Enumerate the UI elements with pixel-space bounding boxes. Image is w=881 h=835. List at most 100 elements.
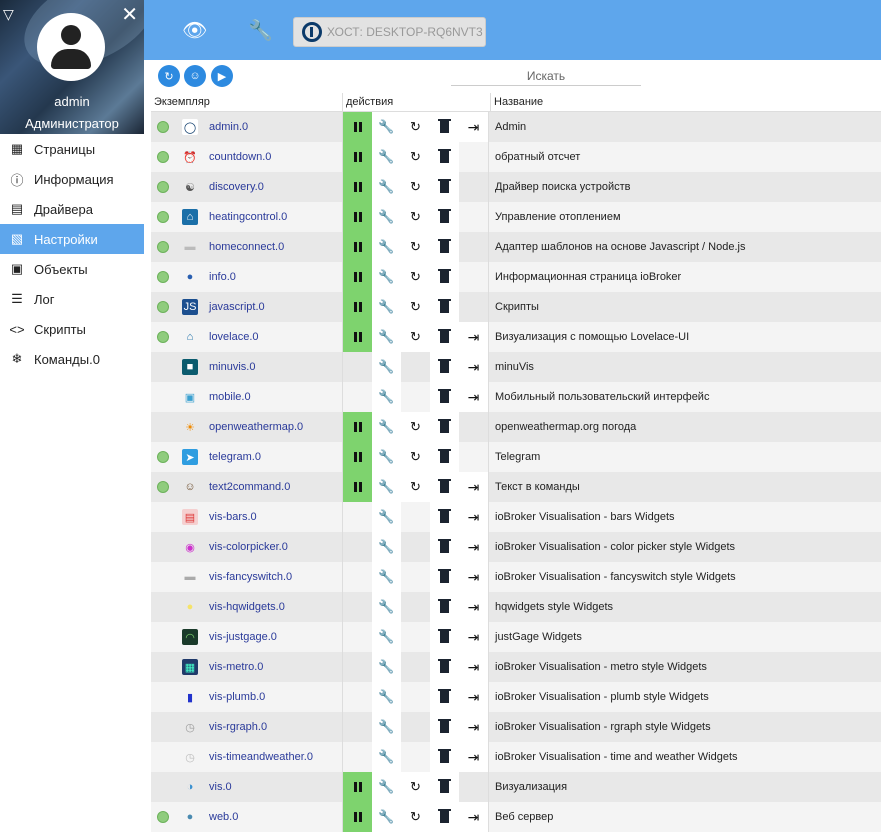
open-link-button[interactable]: ⇥: [459, 112, 488, 142]
open-link-button[interactable]: ⇥: [459, 742, 488, 772]
delete-button[interactable]: [430, 622, 459, 652]
open-link-button[interactable]: ⇥: [459, 472, 488, 502]
instance-name[interactable]: vis-metro.0: [205, 652, 343, 682]
delete-button[interactable]: [430, 112, 459, 142]
eye-icon[interactable]: 👁: [182, 18, 207, 43]
search-input[interactable]: [451, 66, 641, 86]
delete-button[interactable]: [430, 352, 459, 382]
configure-button[interactable]: 🔧: [372, 112, 401, 142]
configure-button[interactable]: 🔧: [372, 592, 401, 622]
instance-name[interactable]: vis-hqwidgets.0: [205, 592, 343, 622]
configure-button[interactable]: 🔧: [372, 682, 401, 712]
pause-button[interactable]: [343, 262, 372, 292]
sidebar-item-5[interactable]: ☰ Лог: [0, 284, 144, 314]
open-link-button[interactable]: ⇥: [459, 532, 488, 562]
delete-button[interactable]: [430, 262, 459, 292]
pause-button[interactable]: [343, 112, 372, 142]
delete-button[interactable]: [430, 682, 459, 712]
configure-button[interactable]: 🔧: [372, 712, 401, 742]
instance-name[interactable]: lovelace.0: [205, 322, 343, 352]
instance-name[interactable]: mobile.0: [205, 382, 343, 412]
delete-button[interactable]: [430, 652, 459, 682]
configure-button[interactable]: 🔧: [372, 262, 401, 292]
open-link-button[interactable]: ⇥: [459, 502, 488, 532]
sidebar-item-0[interactable]: ▦ Страницы: [0, 134, 144, 164]
delete-button[interactable]: [430, 592, 459, 622]
configure-button[interactable]: 🔧: [372, 502, 401, 532]
delete-button[interactable]: [430, 202, 459, 232]
configure-button[interactable]: 🔧: [372, 562, 401, 592]
delete-button[interactable]: [430, 772, 459, 802]
sidebar-item-1[interactable]: ⓘ Информация: [0, 164, 144, 194]
restart-button[interactable]: ↻: [401, 142, 430, 172]
restart-button[interactable]: ↻: [401, 802, 430, 832]
restart-button[interactable]: ↻: [401, 472, 430, 502]
open-link-button[interactable]: ⇥: [459, 562, 488, 592]
pause-button[interactable]: [343, 472, 372, 502]
pause-button[interactable]: [343, 292, 372, 322]
sidebar-item-4[interactable]: ▣ Объекты: [0, 254, 144, 284]
instance-name[interactable]: heatingcontrol.0: [205, 202, 343, 232]
instance-name[interactable]: vis-timeandweather.0: [205, 742, 343, 772]
configure-button[interactable]: 🔧: [372, 442, 401, 472]
instance-name[interactable]: discovery.0: [205, 172, 343, 202]
open-link-button[interactable]: ⇥: [459, 382, 488, 412]
configure-button[interactable]: 🔧: [372, 472, 401, 502]
configure-button[interactable]: 🔧: [372, 382, 401, 412]
delete-button[interactable]: [430, 502, 459, 532]
configure-button[interactable]: 🔧: [372, 802, 401, 832]
restart-button[interactable]: ↻: [401, 112, 430, 142]
instance-name[interactable]: vis-rgraph.0: [205, 712, 343, 742]
instance-name[interactable]: javascript.0: [205, 292, 343, 322]
delete-button[interactable]: [430, 562, 459, 592]
play-button[interactable]: ▶: [211, 65, 233, 87]
instance-name[interactable]: countdown.0: [205, 142, 343, 172]
pause-button[interactable]: [343, 772, 372, 802]
expert-mode-button[interactable]: ☺: [184, 65, 206, 87]
instance-name[interactable]: vis-fancyswitch.0: [205, 562, 343, 592]
configure-button[interactable]: 🔧: [372, 742, 401, 772]
configure-button[interactable]: 🔧: [372, 412, 401, 442]
pause-button[interactable]: [343, 142, 372, 172]
instance-name[interactable]: web.0: [205, 802, 343, 832]
host-selector[interactable]: ХОСТ: DESKTOP-RQ6NVT3: [293, 17, 486, 47]
delete-button[interactable]: [430, 412, 459, 442]
configure-button[interactable]: 🔧: [372, 652, 401, 682]
delete-button[interactable]: [430, 442, 459, 472]
pause-button[interactable]: [343, 442, 372, 472]
restart-button[interactable]: ↻: [401, 172, 430, 202]
instance-name[interactable]: info.0: [205, 262, 343, 292]
sidebar-item-6[interactable]: <> Скрипты: [0, 314, 144, 344]
restart-button[interactable]: ↻: [401, 442, 430, 472]
restart-button[interactable]: ↻: [401, 262, 430, 292]
delete-button[interactable]: [430, 802, 459, 832]
configure-button[interactable]: 🔧: [372, 232, 401, 262]
pause-button[interactable]: [343, 412, 372, 442]
restart-button[interactable]: ↻: [401, 232, 430, 262]
instance-name[interactable]: text2command.0: [205, 472, 343, 502]
instance-name[interactable]: telegram.0: [205, 442, 343, 472]
delete-button[interactable]: [430, 232, 459, 262]
pause-button[interactable]: [343, 202, 372, 232]
delete-button[interactable]: [430, 742, 459, 772]
delete-button[interactable]: [430, 292, 459, 322]
instance-name[interactable]: vis-bars.0: [205, 502, 343, 532]
menu-toggle-icon[interactable]: ▽: [3, 7, 14, 21]
open-link-button[interactable]: ⇥: [459, 712, 488, 742]
instance-name[interactable]: minuvis.0: [205, 352, 343, 382]
sidebar-item-7[interactable]: ❄ Команды.0: [0, 344, 144, 374]
pause-button[interactable]: [343, 802, 372, 832]
instance-name[interactable]: openweathermap.0: [205, 412, 343, 442]
pause-button[interactable]: [343, 322, 372, 352]
open-link-button[interactable]: ⇥: [459, 682, 488, 712]
open-link-button[interactable]: ⇥: [459, 802, 488, 832]
configure-button[interactable]: 🔧: [372, 772, 401, 802]
configure-button[interactable]: 🔧: [372, 622, 401, 652]
restart-button[interactable]: ↻: [401, 292, 430, 322]
restart-button[interactable]: ↻: [401, 412, 430, 442]
avatar[interactable]: [37, 13, 105, 81]
instance-name[interactable]: vis-plumb.0: [205, 682, 343, 712]
delete-button[interactable]: [430, 472, 459, 502]
restart-button[interactable]: ↻: [401, 202, 430, 232]
open-link-button[interactable]: ⇥: [459, 352, 488, 382]
